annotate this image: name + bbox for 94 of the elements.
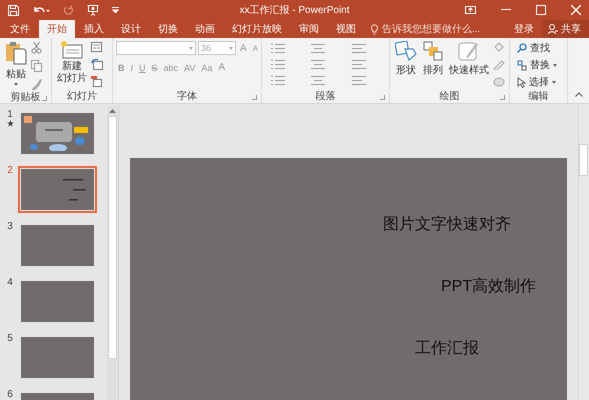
fill-icon[interactable]: [493, 42, 505, 53]
slide-text[interactable]: 图片文字快速对齐: [383, 214, 511, 235]
save-icon[interactable]: [8, 4, 19, 16]
slide-number: 6: [7, 390, 13, 400]
paragraph-format-icon[interactable]: [271, 43, 285, 54]
ribbon-display-icon[interactable]: [465, 6, 476, 14]
scroll-thumb[interactable]: [579, 144, 588, 176]
ribbon-tab[interactable]: 幻灯片放映: [224, 20, 290, 38]
arrange-icon: [423, 41, 443, 61]
scrollbar[interactable]: [578, 104, 589, 400]
caret-icon: [553, 64, 557, 66]
slide-number: 2: [7, 166, 13, 176]
slide-thumbnail[interactable]: [18, 334, 97, 381]
scissors-icon[interactable]: [31, 42, 42, 54]
lightbulb-icon: [371, 24, 378, 34]
select-button[interactable]: 选择: [517, 75, 556, 89]
shapes-button[interactable]: 形状: [393, 41, 419, 77]
format-painter-icon[interactable]: [31, 78, 42, 90]
arrange-button[interactable]: 排列: [421, 41, 445, 77]
sign-in-link[interactable]: 登录: [506, 20, 542, 38]
group-label: 段落: [316, 90, 336, 103]
search-icon: [517, 43, 527, 53]
section-icon[interactable]: [91, 76, 103, 87]
slide-number: 1: [7, 110, 13, 120]
tell-me-field[interactable]: 告诉我您想要做什么...: [371, 20, 480, 38]
ribbon-tab[interactable]: 视图: [328, 20, 364, 38]
slide-thumbnail[interactable]: [18, 222, 97, 269]
slide-number: 4: [7, 278, 13, 288]
ribbon-tab[interactable]: 文件: [2, 20, 38, 38]
group-label: 绘图: [440, 90, 460, 103]
collapse-ribbon-icon[interactable]: [575, 92, 583, 97]
close-icon[interactable]: [571, 5, 581, 15]
paragraph-format-icon[interactable]: [271, 75, 285, 86]
person-icon: [548, 24, 558, 34]
paragraph-format-icon[interactable]: [271, 59, 285, 70]
layout-icon[interactable]: [91, 42, 105, 53]
new-slide-button[interactable]: 新建 幻灯片: [55, 41, 89, 85]
dialog-launcher-icon[interactable]: [500, 95, 505, 100]
quick-styles-button[interactable]: 快速样式: [447, 41, 491, 77]
slide-number: 5: [7, 334, 13, 344]
scrollbar[interactable]: [107, 106, 117, 400]
caret-icon: [14, 83, 18, 86]
slide-thumbnail[interactable]: [18, 278, 97, 325]
slide-thumbnail[interactable]: [18, 110, 97, 157]
dialog-launcher-icon[interactable]: [252, 95, 257, 100]
slide-preview-drawing: [63, 179, 86, 201]
share-button[interactable]: 共享: [542, 20, 589, 38]
quick-styles-icon: [458, 41, 480, 61]
group-label: 剪贴板: [10, 90, 40, 104]
reset-icon[interactable]: [91, 59, 103, 70]
shapes-icon: [395, 41, 417, 61]
paragraph-format-icon[interactable]: [311, 75, 326, 86]
slide-thumbnail[interactable]: [18, 166, 97, 213]
dialog-launcher-icon[interactable]: [42, 96, 47, 101]
replace-icon: [517, 60, 527, 70]
maximize-icon[interactable]: [536, 5, 546, 15]
paragraph-format-icon[interactable]: [352, 75, 366, 86]
ribbon-tab[interactable]: 审阅: [291, 20, 327, 38]
paragraph-format-icon[interactable]: [352, 59, 366, 70]
group-label: 编辑: [528, 90, 548, 103]
pointer-icon: [517, 76, 526, 88]
font-name-field[interactable]: [116, 41, 196, 55]
paragraph-format-icon[interactable]: [352, 43, 366, 54]
slide-text[interactable]: PPT高效制作: [441, 276, 536, 297]
replace-button[interactable]: 替换: [517, 58, 557, 72]
clipboard-icon: [5, 41, 27, 65]
scroll-thumb[interactable]: [108, 116, 116, 359]
ribbon-tab[interactable]: 插入: [76, 20, 112, 38]
dropdown-icon: [189, 46, 193, 50]
minimize-icon[interactable]: [501, 9, 511, 11]
slideshow-icon[interactable]: [87, 4, 99, 16]
slide-preview-drawing: [24, 116, 88, 151]
ribbon-tab[interactable]: 设计: [113, 20, 149, 38]
effects-icon[interactable]: [493, 76, 505, 87]
paragraph-format-icon[interactable]: [311, 43, 326, 54]
ribbon-tab[interactable]: 开始: [39, 20, 75, 38]
group-label: 字体: [177, 90, 197, 103]
ribbon-tab[interactable]: 切换: [150, 20, 186, 38]
customize-icon[interactable]: [112, 7, 119, 13]
dropdown-icon: [229, 46, 233, 50]
group-label: 幻灯片: [67, 90, 97, 103]
paste-button[interactable]: 粘贴: [3, 41, 29, 86]
slide-text[interactable]: 工作汇报: [415, 338, 479, 359]
new-slide-icon: [61, 41, 83, 59]
scroll-up-icon[interactable]: [108, 109, 116, 113]
caret-icon: [552, 80, 556, 84]
copy-icon[interactable]: [31, 60, 42, 72]
ribbon-tab[interactable]: 动画: [187, 20, 223, 38]
paragraph-format-icon[interactable]: [311, 59, 326, 70]
slide-number: 3: [7, 222, 13, 232]
window-title: xx工作汇报 - PowerPoint: [239, 4, 350, 17]
outline-icon[interactable]: [493, 59, 505, 70]
dialog-launcher-icon[interactable]: [380, 95, 385, 100]
find-button[interactable]: 查找: [517, 41, 550, 55]
